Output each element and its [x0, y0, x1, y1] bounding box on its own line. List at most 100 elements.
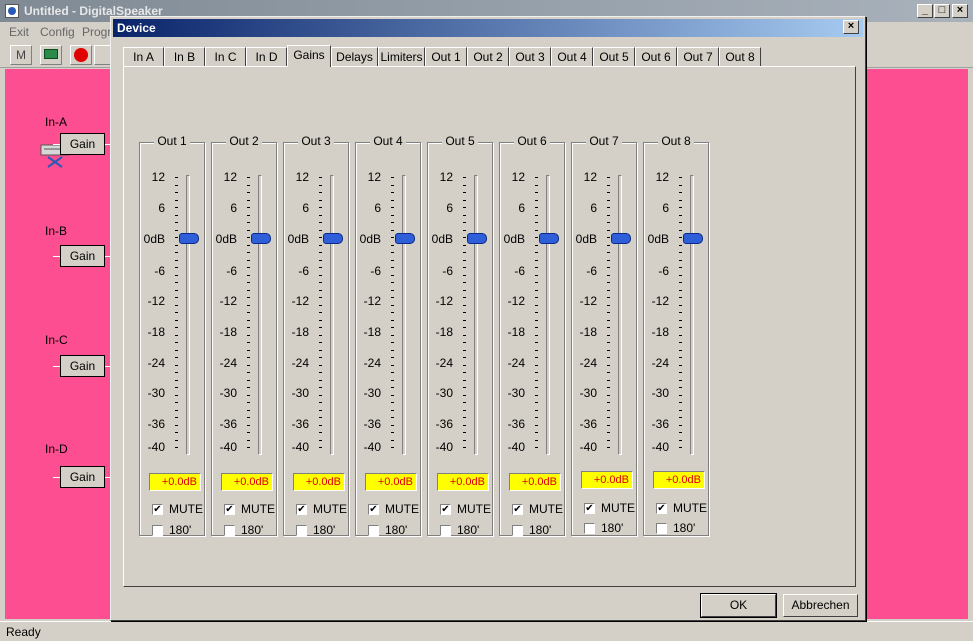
tick-mark	[679, 199, 682, 201]
tick-mark	[463, 177, 466, 178]
slider-track[interactable]	[258, 175, 262, 455]
tab-gains[interactable]: Gains	[287, 45, 331, 67]
tick-mark	[679, 282, 682, 283]
gain-value-field[interactable]: +0.0dB	[653, 471, 705, 489]
tab-in-a[interactable]: In A	[123, 47, 164, 67]
tab-out-8[interactable]: Out 8	[719, 47, 761, 67]
scale-label: -40	[147, 440, 165, 454]
mute-label[interactable]: MUTE	[241, 502, 275, 516]
gain-block-d[interactable]: Gain	[60, 466, 105, 488]
slider-track[interactable]	[690, 175, 694, 455]
phase-180-label[interactable]: 180'	[241, 523, 263, 537]
phase-180-label[interactable]: 180'	[529, 523, 551, 537]
tab-out-5[interactable]: Out 5	[593, 47, 635, 67]
tab-in-c[interactable]: In C	[205, 47, 246, 67]
mute-checkbox[interactable]: ✔	[368, 504, 379, 515]
mute-label[interactable]: MUTE	[385, 502, 419, 516]
slider-thumb[interactable]	[611, 233, 631, 244]
mute-label[interactable]: MUTE	[601, 501, 635, 515]
screen-icon[interactable]	[40, 45, 62, 65]
gain-block-a[interactable]: Gain	[60, 133, 105, 155]
gain-value-field[interactable]: +0.0dB	[221, 473, 273, 491]
mute-checkbox[interactable]: ✔	[656, 503, 667, 514]
gain-value-field[interactable]: +0.0dB	[581, 471, 633, 489]
tab-out-2[interactable]: Out 2	[467, 47, 509, 67]
tab-in-d[interactable]: In D	[246, 47, 287, 67]
phase-180-checkbox[interactable]	[656, 523, 667, 534]
mute-checkbox[interactable]: ✔	[296, 504, 307, 515]
slider-thumb[interactable]	[539, 233, 559, 244]
mute-checkbox[interactable]: ✔	[440, 504, 451, 515]
slider-track[interactable]	[546, 175, 550, 455]
slider-thumb[interactable]	[323, 233, 343, 244]
phase-180-checkbox[interactable]	[584, 523, 595, 534]
phase-180-label[interactable]: 180'	[385, 523, 407, 537]
phase-180-label[interactable]: 180'	[313, 523, 335, 537]
mute-label[interactable]: MUTE	[529, 502, 563, 516]
tab-delays[interactable]: Delays	[331, 47, 378, 67]
mute-checkbox[interactable]: ✔	[224, 504, 235, 515]
tab-out-1[interactable]: Out 1	[425, 47, 467, 67]
phase-180-checkbox[interactable]	[512, 525, 523, 536]
close-icon[interactable]: ×	[843, 20, 859, 34]
tab-limiters[interactable]: Limiters	[378, 47, 425, 67]
slider-track[interactable]	[474, 175, 478, 455]
mute-label[interactable]: MUTE	[457, 502, 491, 516]
mute-checkbox[interactable]: ✔	[584, 503, 595, 514]
gain-value-field[interactable]: +0.0dB	[293, 473, 345, 491]
gain-value-field[interactable]: +0.0dB	[149, 473, 201, 491]
phase-180-label[interactable]: 180'	[457, 523, 479, 537]
slider-thumb[interactable]	[395, 233, 415, 244]
scale-label: -12	[435, 294, 453, 308]
tick-mark	[535, 394, 538, 396]
phase-180-checkbox[interactable]	[152, 525, 163, 536]
mute-label[interactable]: MUTE	[313, 502, 347, 516]
menu-config[interactable]: Config	[40, 25, 75, 39]
tick-mark	[391, 379, 394, 381]
mute-checkbox[interactable]: ✔	[152, 504, 163, 515]
gain-block-c[interactable]: Gain	[60, 355, 105, 377]
phase-180-checkbox[interactable]	[296, 525, 307, 536]
tick-mark	[247, 372, 250, 373]
tab-out-4[interactable]: Out 4	[551, 47, 593, 67]
scale-label: -40	[219, 440, 237, 454]
slider-track[interactable]	[402, 175, 406, 455]
phase-180-label[interactable]: 180'	[673, 521, 695, 535]
dialog-titlebar[interactable]: Device ×	[113, 19, 863, 37]
scale-label: -24	[291, 356, 309, 370]
gain-block-b[interactable]: Gain	[60, 245, 105, 267]
tab-out-3[interactable]: Out 3	[509, 47, 551, 67]
close-icon[interactable]: ×	[952, 4, 968, 18]
phase-180-checkbox[interactable]	[224, 525, 235, 536]
slider-thumb[interactable]	[683, 233, 703, 244]
cancel-button[interactable]: Abbrechen	[783, 594, 858, 617]
gain-value-field[interactable]: +0.0dB	[437, 473, 489, 491]
tab-in-b[interactable]: In B	[164, 47, 205, 67]
slider-track[interactable]	[186, 175, 190, 455]
tick-mark	[463, 237, 466, 238]
scale-label: -30	[435, 386, 453, 400]
phase-180-label[interactable]: 180'	[169, 523, 191, 537]
phase-180-checkbox[interactable]	[440, 525, 451, 536]
mute-checkbox[interactable]: ✔	[512, 504, 523, 515]
slider-thumb[interactable]	[467, 233, 487, 244]
tick-mark	[175, 447, 178, 448]
phase-180-checkbox[interactable]	[368, 525, 379, 536]
gain-value-field[interactable]: +0.0dB	[509, 473, 561, 491]
phase-180-label[interactable]: 180'	[601, 521, 623, 535]
ok-button[interactable]: OK	[700, 593, 777, 618]
mute-label[interactable]: MUTE	[169, 502, 203, 516]
slider-track[interactable]	[618, 175, 622, 455]
tab-out-6[interactable]: Out 6	[635, 47, 677, 67]
slider-thumb[interactable]	[179, 233, 199, 244]
record-icon[interactable]	[70, 45, 92, 65]
maximize-icon[interactable]: □	[934, 4, 950, 18]
slider-track[interactable]	[330, 175, 334, 455]
gain-value-field[interactable]: +0.0dB	[365, 473, 417, 491]
mute-label[interactable]: MUTE	[673, 501, 707, 515]
minimize-icon[interactable]: _	[917, 4, 933, 18]
tab-out-7[interactable]: Out 7	[677, 47, 719, 67]
menu-exit[interactable]: Exit	[9, 25, 29, 39]
m-button[interactable]: M	[10, 45, 32, 65]
slider-thumb[interactable]	[251, 233, 271, 244]
